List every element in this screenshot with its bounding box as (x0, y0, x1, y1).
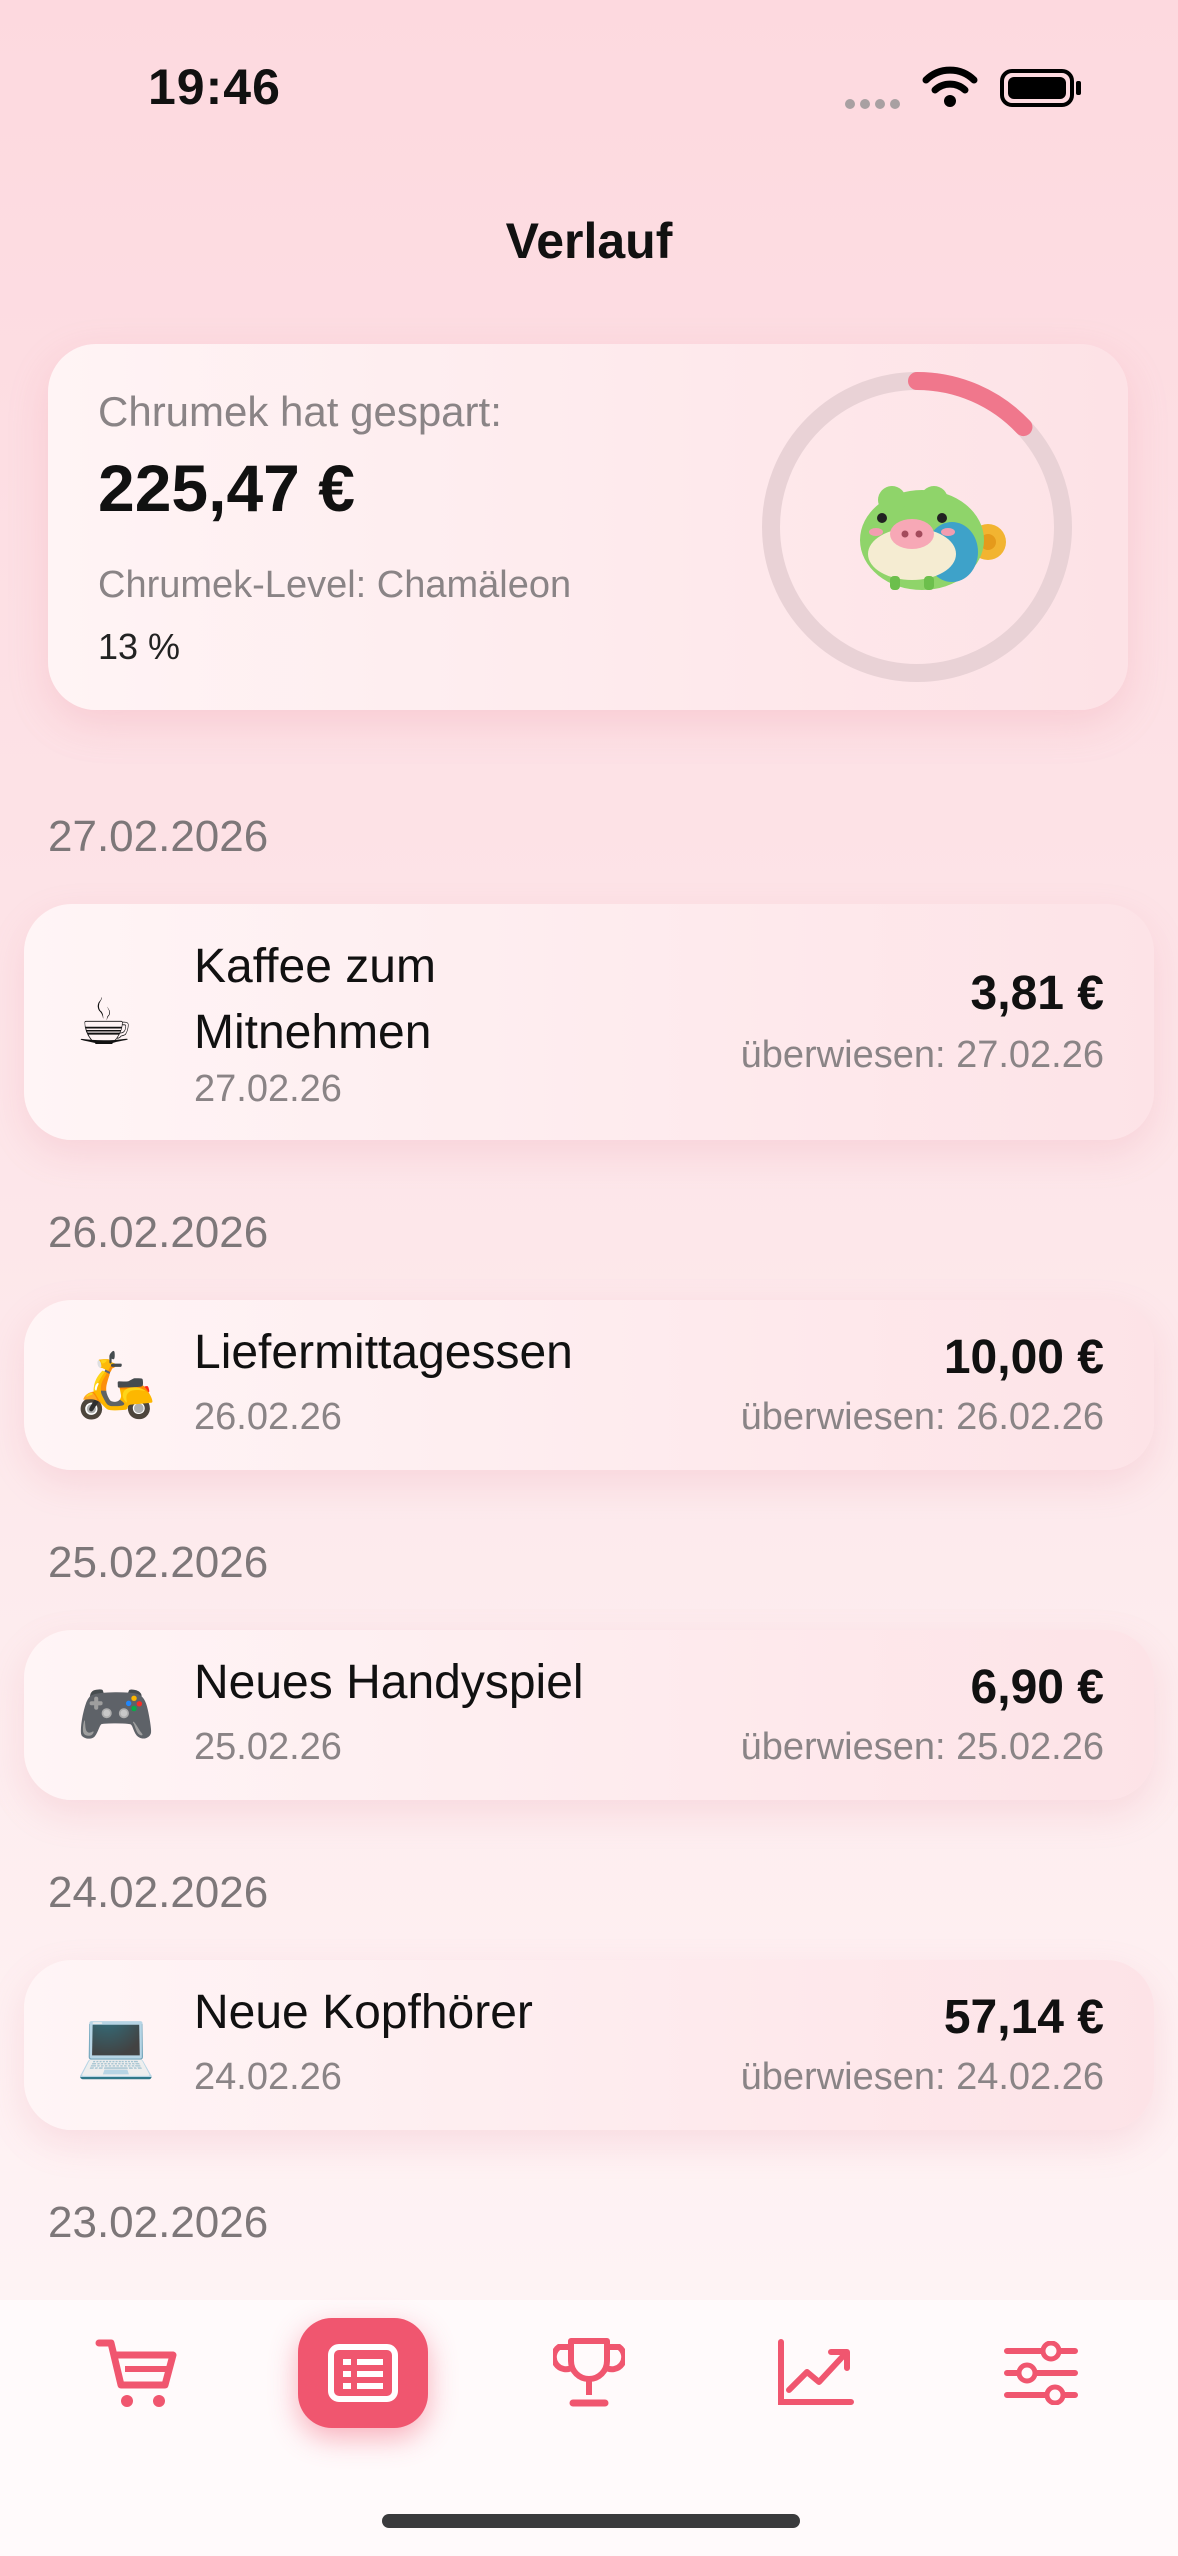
signal-dots-icon (845, 96, 905, 114)
transaction-name: Liefermittagessen (194, 1326, 573, 1379)
transaction-row[interactable]: ☕ Kaffee zum Mitnehmen 27.02.26 3,81 € ü… (24, 904, 1154, 1140)
status-time: 19:46 (148, 59, 281, 115)
transaction-date: 25.02.26 (194, 1726, 342, 1768)
tab-shop[interactable] (72, 2318, 202, 2428)
tab-statistics[interactable] (750, 2318, 880, 2428)
sliders-icon (1004, 2341, 1078, 2405)
transferred-date: überwiesen: 27.02.26 (740, 1034, 1104, 1076)
home-indicator (382, 2514, 800, 2528)
transferred-date: überwiesen: 24.02.26 (740, 2056, 1104, 2098)
status-bar: 19:46 (0, 0, 1178, 150)
date-header: 24.02.2026 (48, 1868, 269, 1917)
wifi-icon (922, 66, 978, 107)
gamepad-icon: 🎮 (76, 1678, 156, 1750)
transaction-row[interactable]: 💻 Neue Kopfhörer 24.02.26 57,14 € überwi… (24, 1960, 1154, 2130)
transaction-date: 26.02.26 (194, 1396, 342, 1438)
date-header: 25.02.2026 (48, 1538, 269, 1587)
page-title: Verlauf (505, 213, 673, 269)
cart-icon (95, 2339, 177, 2407)
list-icon (328, 2344, 398, 2402)
chameleon-mascot-icon (860, 486, 1006, 590)
savings-amount: 225,47 € (98, 451, 355, 525)
transaction-amount: 10,00 € (943, 1331, 1104, 1384)
transaction-name: Kaffee zum Mitnehmen (194, 934, 436, 1066)
trophy-icon (553, 2338, 625, 2407)
coffee-icon: ☕ (76, 986, 134, 1058)
tab-history[interactable] (298, 2318, 428, 2428)
transferred-date: überwiesen: 25.02.26 (740, 1726, 1104, 1768)
transaction-amount: 6,90 € (970, 1661, 1104, 1714)
date-header: 23.02.2026 (48, 2198, 269, 2247)
tab-achievements[interactable] (524, 2318, 654, 2428)
transaction-name-line1: Kaffee zum (194, 940, 436, 993)
date-header: 26.02.2026 (48, 1208, 269, 1257)
transaction-row[interactable]: 🛵 Liefermittagessen 26.02.26 10,00 € übe… (24, 1300, 1154, 1470)
transaction-amount: 57,14 € (943, 1991, 1104, 2044)
battery-icon (1000, 69, 1081, 107)
laptop-icon: 💻 (76, 2008, 156, 2080)
transferred-date: überwiesen: 26.02.26 (740, 1396, 1104, 1438)
level-label: Chrumek-Level: Chamäleon (98, 564, 572, 606)
transaction-row[interactable]: 🎮 Neues Handyspiel 25.02.26 6,90 € überw… (24, 1630, 1154, 1800)
transaction-name: Neue Kopfhörer (194, 1986, 533, 2039)
chart-icon (778, 2339, 854, 2405)
transaction-date: 27.02.26 (194, 1068, 342, 1110)
transaction-date: 24.02.26 (194, 2056, 342, 2098)
tab-settings[interactable] (976, 2318, 1106, 2428)
transaction-amount: 3,81 € (970, 967, 1104, 1020)
transaction-name-line2: Mitnehmen (194, 1006, 432, 1059)
transaction-name: Neues Handyspiel (194, 1656, 584, 1709)
date-header: 27.02.2026 (48, 812, 269, 861)
level-percent: 13 % (98, 626, 181, 667)
savings-label: Chrumek hat gespart: (98, 388, 502, 435)
scooter-icon: 🛵 (76, 1348, 156, 1420)
